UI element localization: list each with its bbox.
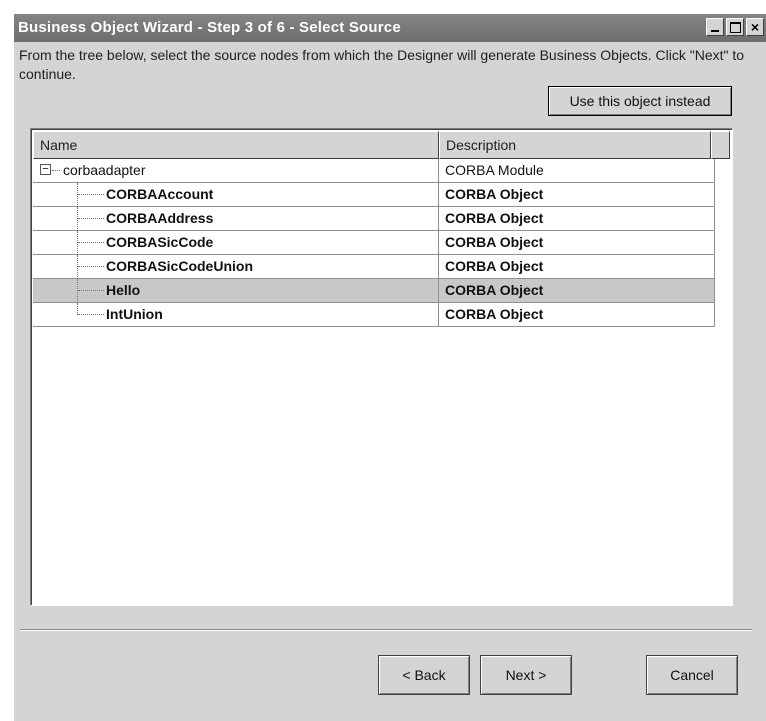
tree-connector [77, 231, 78, 255]
name-cell: CORBAAccount [33, 183, 439, 207]
close-icon: × [750, 19, 760, 35]
tree-connector [77, 255, 78, 279]
node-label: corbaadapter [63, 162, 146, 178]
name-cell: CORBASicCodeUnion [33, 255, 439, 279]
maximize-button[interactable] [726, 18, 744, 36]
cancel-button[interactable]: Cancel [646, 655, 738, 695]
description-cell: CORBA Object [439, 207, 715, 231]
tree-row[interactable]: CORBASicCode CORBA Object [33, 231, 715, 255]
node-label: IntUnion [106, 306, 163, 322]
maximize-icon [730, 22, 741, 33]
node-label: CORBAAccount [106, 186, 214, 202]
column-header-name[interactable]: Name [33, 131, 439, 159]
name-cell: Hello [33, 279, 439, 303]
description-cell: CORBA Module [439, 159, 715, 183]
tree-connector [78, 218, 104, 219]
window-title: Business Object Wizard - Step 3 of 6 - S… [18, 19, 401, 36]
tree-row[interactable]: CORBASicCodeUnion CORBA Object [33, 255, 715, 279]
table-header: Name Description [33, 131, 730, 159]
tree-connector [78, 266, 104, 267]
back-button[interactable]: < Back [378, 655, 470, 695]
tree-connector [77, 279, 78, 303]
use-object-button[interactable]: Use this object instead [548, 86, 732, 116]
source-tree-table: Name Description − corbaadapter CORBA Mo… [30, 128, 733, 606]
node-label: CORBASicCodeUnion [106, 258, 253, 274]
tree-connector [78, 194, 104, 195]
description-cell: CORBA Object [439, 279, 715, 303]
name-cell: CORBASicCode [33, 231, 439, 255]
tree-connector [52, 170, 60, 171]
description-cell: CORBA Object [439, 231, 715, 255]
column-header-filler [711, 131, 730, 159]
close-button[interactable]: × [746, 18, 764, 36]
minimize-button[interactable] [706, 18, 724, 36]
title-bar[interactable]: Business Object Wizard - Step 3 of 6 - S… [14, 14, 766, 42]
node-label: CORBAAddress [106, 210, 214, 226]
instructions-text: From the tree below, select the source n… [19, 47, 745, 82]
collapse-icon[interactable]: − [40, 164, 51, 175]
tree-row[interactable]: CORBAAddress CORBA Object [33, 207, 715, 231]
tree-connector [78, 242, 104, 243]
node-label: CORBASicCode [106, 234, 214, 250]
window-controls: × [706, 18, 764, 36]
minimize-icon [711, 30, 719, 32]
name-cell: IntUnion [33, 303, 439, 327]
node-label: Hello [106, 282, 141, 298]
tree-row[interactable]: CORBAAccount CORBA Object [33, 183, 715, 207]
button-separator [20, 629, 752, 631]
tree-connector [78, 314, 104, 315]
tree-connector [78, 290, 104, 291]
column-header-description[interactable]: Description [439, 131, 711, 159]
description-cell: CORBA Object [439, 303, 715, 327]
tree-connector [77, 207, 78, 231]
tree-connector [77, 183, 78, 207]
description-cell: CORBA Object [439, 183, 715, 207]
name-cell: − corbaadapter [33, 159, 439, 183]
name-cell: CORBAAddress [33, 207, 439, 231]
tree-row-selected[interactable]: Hello CORBA Object [33, 279, 715, 303]
tree-rows: − corbaadapter CORBA Module CORBAAccount… [33, 159, 715, 327]
tree-row-root[interactable]: − corbaadapter CORBA Module [33, 159, 715, 183]
tree-row[interactable]: IntUnion CORBA Object [33, 303, 715, 327]
description-cell: CORBA Object [439, 255, 715, 279]
next-button[interactable]: Next > [480, 655, 572, 695]
